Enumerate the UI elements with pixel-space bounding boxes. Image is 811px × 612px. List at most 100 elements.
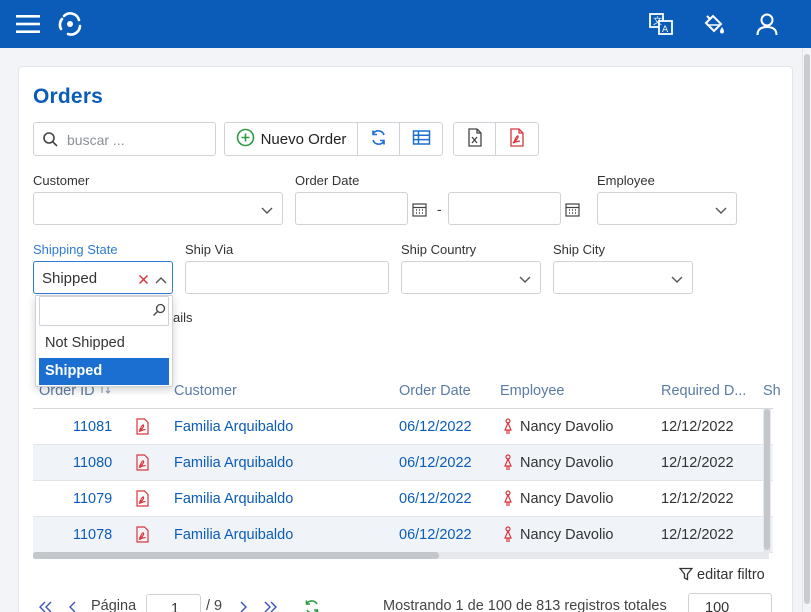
order-id-link[interactable]: 11080: [73, 455, 112, 471]
employee-name: Nancy Davolio: [520, 455, 614, 471]
required-date: 12/12/2022: [661, 491, 734, 507]
user-icon[interactable]: [751, 8, 783, 40]
order-date-to-input[interactable]: [448, 192, 561, 225]
edit-filter-button[interactable]: editar filtro: [678, 567, 765, 585]
refresh-button[interactable]: [358, 123, 400, 155]
pdf-icon[interactable]: [136, 454, 149, 474]
ship-country-select[interactable]: [401, 261, 541, 294]
pdf-icon[interactable]: [136, 418, 149, 438]
plus-circle-icon: [236, 128, 255, 151]
excel-icon: [467, 128, 483, 150]
employee-select[interactable]: [597, 192, 737, 225]
pdf-icon[interactable]: [136, 526, 149, 546]
clear-icon[interactable]: [138, 272, 149, 288]
ship-city-select[interactable]: [553, 261, 693, 294]
search-placeholder: buscar ...: [67, 132, 125, 148]
translate-icon[interactable]: 文 A: [645, 8, 677, 40]
column-header-employee[interactable]: Employee: [500, 383, 564, 399]
order-date-link[interactable]: 06/12/2022: [399, 491, 472, 507]
export-pdf-button[interactable]: [496, 123, 538, 155]
table-row[interactable]: 11081 Familia Arquibaldo 06/12/2022 Nanc…: [33, 409, 773, 445]
customer-link[interactable]: Familia Arquibaldo: [174, 527, 293, 543]
search-icon: [42, 131, 59, 151]
table-vertical-scrollbar-thumb[interactable]: [764, 409, 770, 550]
logo-icon[interactable]: [54, 8, 86, 40]
details-checkbox-label[interactable]: ails: [173, 310, 193, 325]
shipping-state-select[interactable]: Shipped: [33, 261, 173, 294]
export-excel-button[interactable]: [454, 123, 496, 155]
last-page-button[interactable]: [261, 600, 279, 612]
page-total: / 9: [206, 598, 223, 612]
search-icon: [152, 303, 166, 320]
export-toolbar: [453, 122, 539, 156]
order-date-link[interactable]: 06/12/2022: [399, 455, 472, 471]
order-date-label: Order Date: [295, 173, 360, 188]
new-order-label: Nuevo Order: [260, 130, 347, 148]
reload-icon[interactable]: [303, 598, 321, 612]
customer-link[interactable]: Familia Arquibaldo: [174, 455, 293, 471]
orders-card: Orders buscar ... Nuevo Order Customer O…: [18, 66, 793, 612]
column-header-customer[interactable]: Customer: [174, 383, 237, 399]
table-row[interactable]: 11080 Familia Arquibaldo 06/12/2022 Nanc…: [33, 445, 773, 481]
female-icon: [503, 490, 513, 510]
menu-icon[interactable]: [12, 8, 44, 40]
calendar-icon[interactable]: [412, 202, 427, 220]
dropdown-option-not-shipped[interactable]: Not Shipped: [39, 330, 169, 357]
order-date-from-input[interactable]: [295, 192, 408, 225]
customer-label: Customer: [33, 173, 90, 188]
refresh-icon: [369, 128, 388, 150]
chevron-down-icon: [714, 203, 728, 219]
table-view-button[interactable]: [400, 123, 442, 155]
ship-via-label: Ship Via: [185, 242, 234, 257]
paint-bucket-icon[interactable]: [698, 8, 730, 40]
order-date-link[interactable]: 06/12/2022: [399, 527, 472, 543]
page-scrollbar[interactable]: [802, 48, 811, 612]
search-box[interactable]: buscar ...: [33, 122, 216, 156]
table-row[interactable]: 11078 Familia Arquibaldo 06/12/2022 Nanc…: [33, 517, 773, 553]
edit-filter-label: editar filtro: [697, 567, 765, 583]
page-label: Página: [91, 598, 137, 612]
order-id-link[interactable]: 11081: [73, 419, 112, 435]
svg-text:A: A: [662, 25, 669, 35]
calendar-icon[interactable]: [565, 202, 580, 220]
column-header-ship[interactable]: Sh: [763, 383, 781, 399]
order-id-link[interactable]: 11078: [73, 527, 112, 543]
page-scrollbar-thumb[interactable]: [804, 54, 810, 604]
employee-name: Nancy Davolio: [520, 419, 614, 435]
table-horizontal-scrollbar-thumb[interactable]: [33, 552, 439, 559]
chevron-down-icon: [260, 203, 274, 219]
order-date-link[interactable]: 06/12/2022: [399, 419, 472, 435]
action-toolbar: Nuevo Order: [224, 122, 443, 156]
female-icon: [503, 418, 513, 438]
table-row[interactable]: 11079 Familia Arquibaldo 06/12/2022 Nanc…: [33, 481, 773, 517]
svg-text:文: 文: [653, 15, 662, 27]
customer-select[interactable]: [33, 192, 283, 225]
app-header: 文 A: [0, 0, 811, 48]
new-order-button[interactable]: Nuevo Order: [225, 123, 358, 155]
pdf-icon[interactable]: [136, 490, 149, 510]
date-range-separator: -: [437, 201, 442, 217]
next-page-button[interactable]: [237, 600, 249, 612]
column-header-order-date[interactable]: Order Date: [399, 383, 471, 399]
ship-country-label: Ship Country: [401, 242, 477, 257]
ship-city-label: Ship City: [553, 242, 606, 257]
column-header-required-date[interactable]: Required D...: [661, 383, 746, 399]
dropdown-search-input[interactable]: [39, 296, 169, 326]
customer-link[interactable]: Familia Arquibaldo: [174, 491, 293, 507]
prev-page-button[interactable]: [67, 600, 79, 612]
table-icon: [412, 129, 431, 149]
shipping-state-dropdown: Not Shipped Shipped: [35, 295, 173, 387]
dropdown-option-shipped[interactable]: Shipped: [39, 358, 169, 385]
first-page-button[interactable]: [37, 600, 55, 612]
required-date: 12/12/2022: [661, 455, 734, 471]
page-size-select[interactable]: 100: [688, 593, 772, 612]
female-icon: [503, 454, 513, 474]
employee-name: Nancy Davolio: [520, 527, 614, 543]
chevron-up-icon[interactable]: [154, 272, 168, 288]
order-id-link[interactable]: 11079: [73, 491, 112, 507]
employee-name: Nancy Davolio: [520, 491, 614, 507]
ship-via-input[interactable]: [185, 261, 389, 294]
page-number-input[interactable]: 1: [146, 594, 201, 612]
shipping-state-label: Shipping State: [33, 242, 118, 257]
customer-link[interactable]: Familia Arquibaldo: [174, 419, 293, 435]
